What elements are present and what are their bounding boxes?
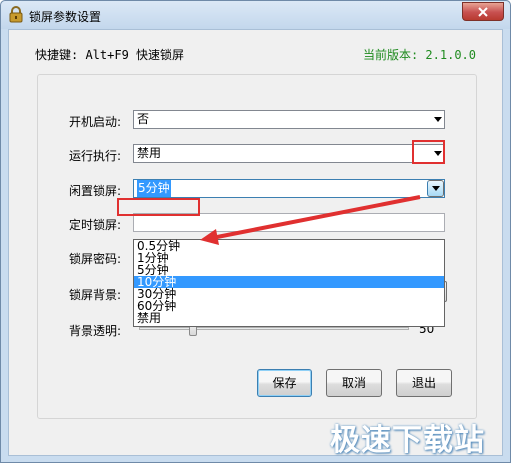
idle-label: 闲置锁屏: — [69, 184, 122, 198]
chevron-down-icon — [434, 117, 442, 122]
watermark-text: 极速下载站 — [330, 423, 485, 458]
settings-group: 开机启动: 否 运行执行: 禁用 闲置锁屏: 5分钟 定时锁屏: 锁屏密码: 0… — [37, 74, 477, 419]
startup-label: 开机启动: — [69, 115, 122, 129]
client-area: 快捷键: Alt+F9 快速锁屏 当前版本: 2.1.0.0 开机启动: 否 运… — [8, 29, 503, 456]
cancel-button[interactable]: 取消 — [326, 369, 382, 397]
hotkey-info: 快捷键: Alt+F9 快速锁屏 — [35, 48, 185, 62]
idle-select[interactable]: 5分钟 — [133, 179, 445, 198]
idle-dropdown-list[interactable]: 0.5分钟 1分钟 5分钟 10分钟 30分钟 60分钟 禁用 — [133, 239, 445, 327]
run-select[interactable]: 禁用 — [133, 144, 445, 163]
timer-label: 定时锁屏: — [69, 218, 122, 232]
close-button[interactable] — [462, 2, 504, 21]
transparency-slider-track[interactable] — [139, 327, 409, 330]
startup-select[interactable]: 否 — [133, 110, 445, 129]
dropdown-option[interactable]: 5分钟 — [134, 264, 444, 276]
annotation-box-selected-option — [117, 198, 200, 216]
password-label: 锁屏密码: — [69, 252, 122, 266]
dropdown-option[interactable]: 10分钟 — [134, 276, 444, 288]
idle-value: 5分钟 — [137, 180, 171, 197]
transparency-label: 背景透明: — [69, 324, 122, 338]
run-label: 运行执行: — [69, 149, 122, 163]
exit-button[interactable]: 退出 — [396, 369, 452, 397]
dropdown-option[interactable]: 禁用 — [134, 312, 444, 324]
settings-window: 锁屏参数设置 快捷键: Alt+F9 快速锁屏 当前版本: 2.1.0.0 开机… — [0, 0, 511, 463]
version-info: 当前版本: 2.1.0.0 — [362, 48, 476, 62]
dropdown-option[interactable]: 60分钟 — [134, 300, 444, 312]
lock-app-icon — [9, 6, 23, 23]
window-title: 锁屏参数设置 — [29, 10, 102, 24]
close-icon — [478, 6, 488, 17]
annotation-box-dropdown-button — [412, 140, 445, 164]
startup-value: 否 — [137, 112, 150, 126]
title-bar[interactable]: 锁屏参数设置 — [1, 1, 510, 29]
chevron-down-icon — [432, 186, 440, 191]
background-label: 锁屏背景: — [69, 288, 122, 302]
save-button[interactable]: 保存 — [257, 369, 312, 397]
dropdown-option[interactable]: 30分钟 — [134, 288, 444, 300]
dropdown-option[interactable]: 1分钟 — [134, 252, 444, 264]
dropdown-option[interactable]: 0.5分钟 — [134, 240, 444, 252]
run-value: 禁用 — [137, 146, 162, 160]
